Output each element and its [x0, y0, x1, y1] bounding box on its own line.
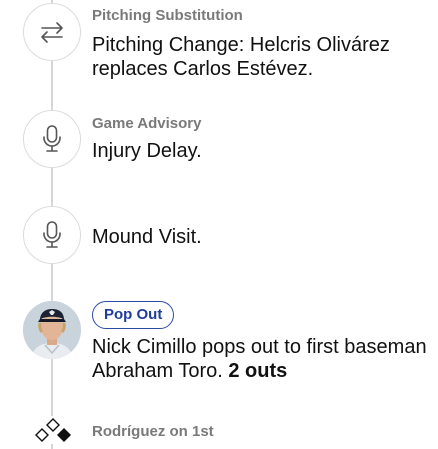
outs-count: 2 outs — [228, 360, 288, 382]
microphone-icon — [23, 110, 81, 168]
event-description: Mound Visit. — [92, 226, 202, 248]
event-description: Nick Cimillo pops out to first baseman A… — [92, 335, 432, 383]
event-description: Pitching Change: Helcris Olivárez replac… — [92, 34, 390, 80]
event-runner-status: Rodríguez on 1st — [0, 412, 438, 449]
player-avatar[interactable] — [23, 301, 81, 359]
play-result-badge: Pop Out — [92, 301, 175, 329]
event-category: Pitching Substitution — [92, 7, 243, 24]
event-category: Rodríguez on 1st — [92, 423, 214, 440]
event-mound-visit: Mound Visit. — [0, 206, 438, 276]
event-description: Injury Delay. — [92, 140, 202, 162]
bases-diamond-icon — [32, 416, 74, 444]
event-pop-out: Pop Out Nick Cimillo pops out to first b… — [0, 300, 438, 390]
swap-arrows-icon — [23, 3, 81, 61]
microphone-icon — [23, 206, 81, 264]
event-pitching-substitution: Pitching Substitution Pitching Change: H… — [0, 0, 438, 100]
event-category: Game Advisory — [92, 115, 202, 132]
play-by-play-feed: Pitching Substitution Pitching Change: H… — [0, 0, 438, 449]
event-game-advisory: Game Advisory Injury Delay. — [0, 110, 438, 190]
